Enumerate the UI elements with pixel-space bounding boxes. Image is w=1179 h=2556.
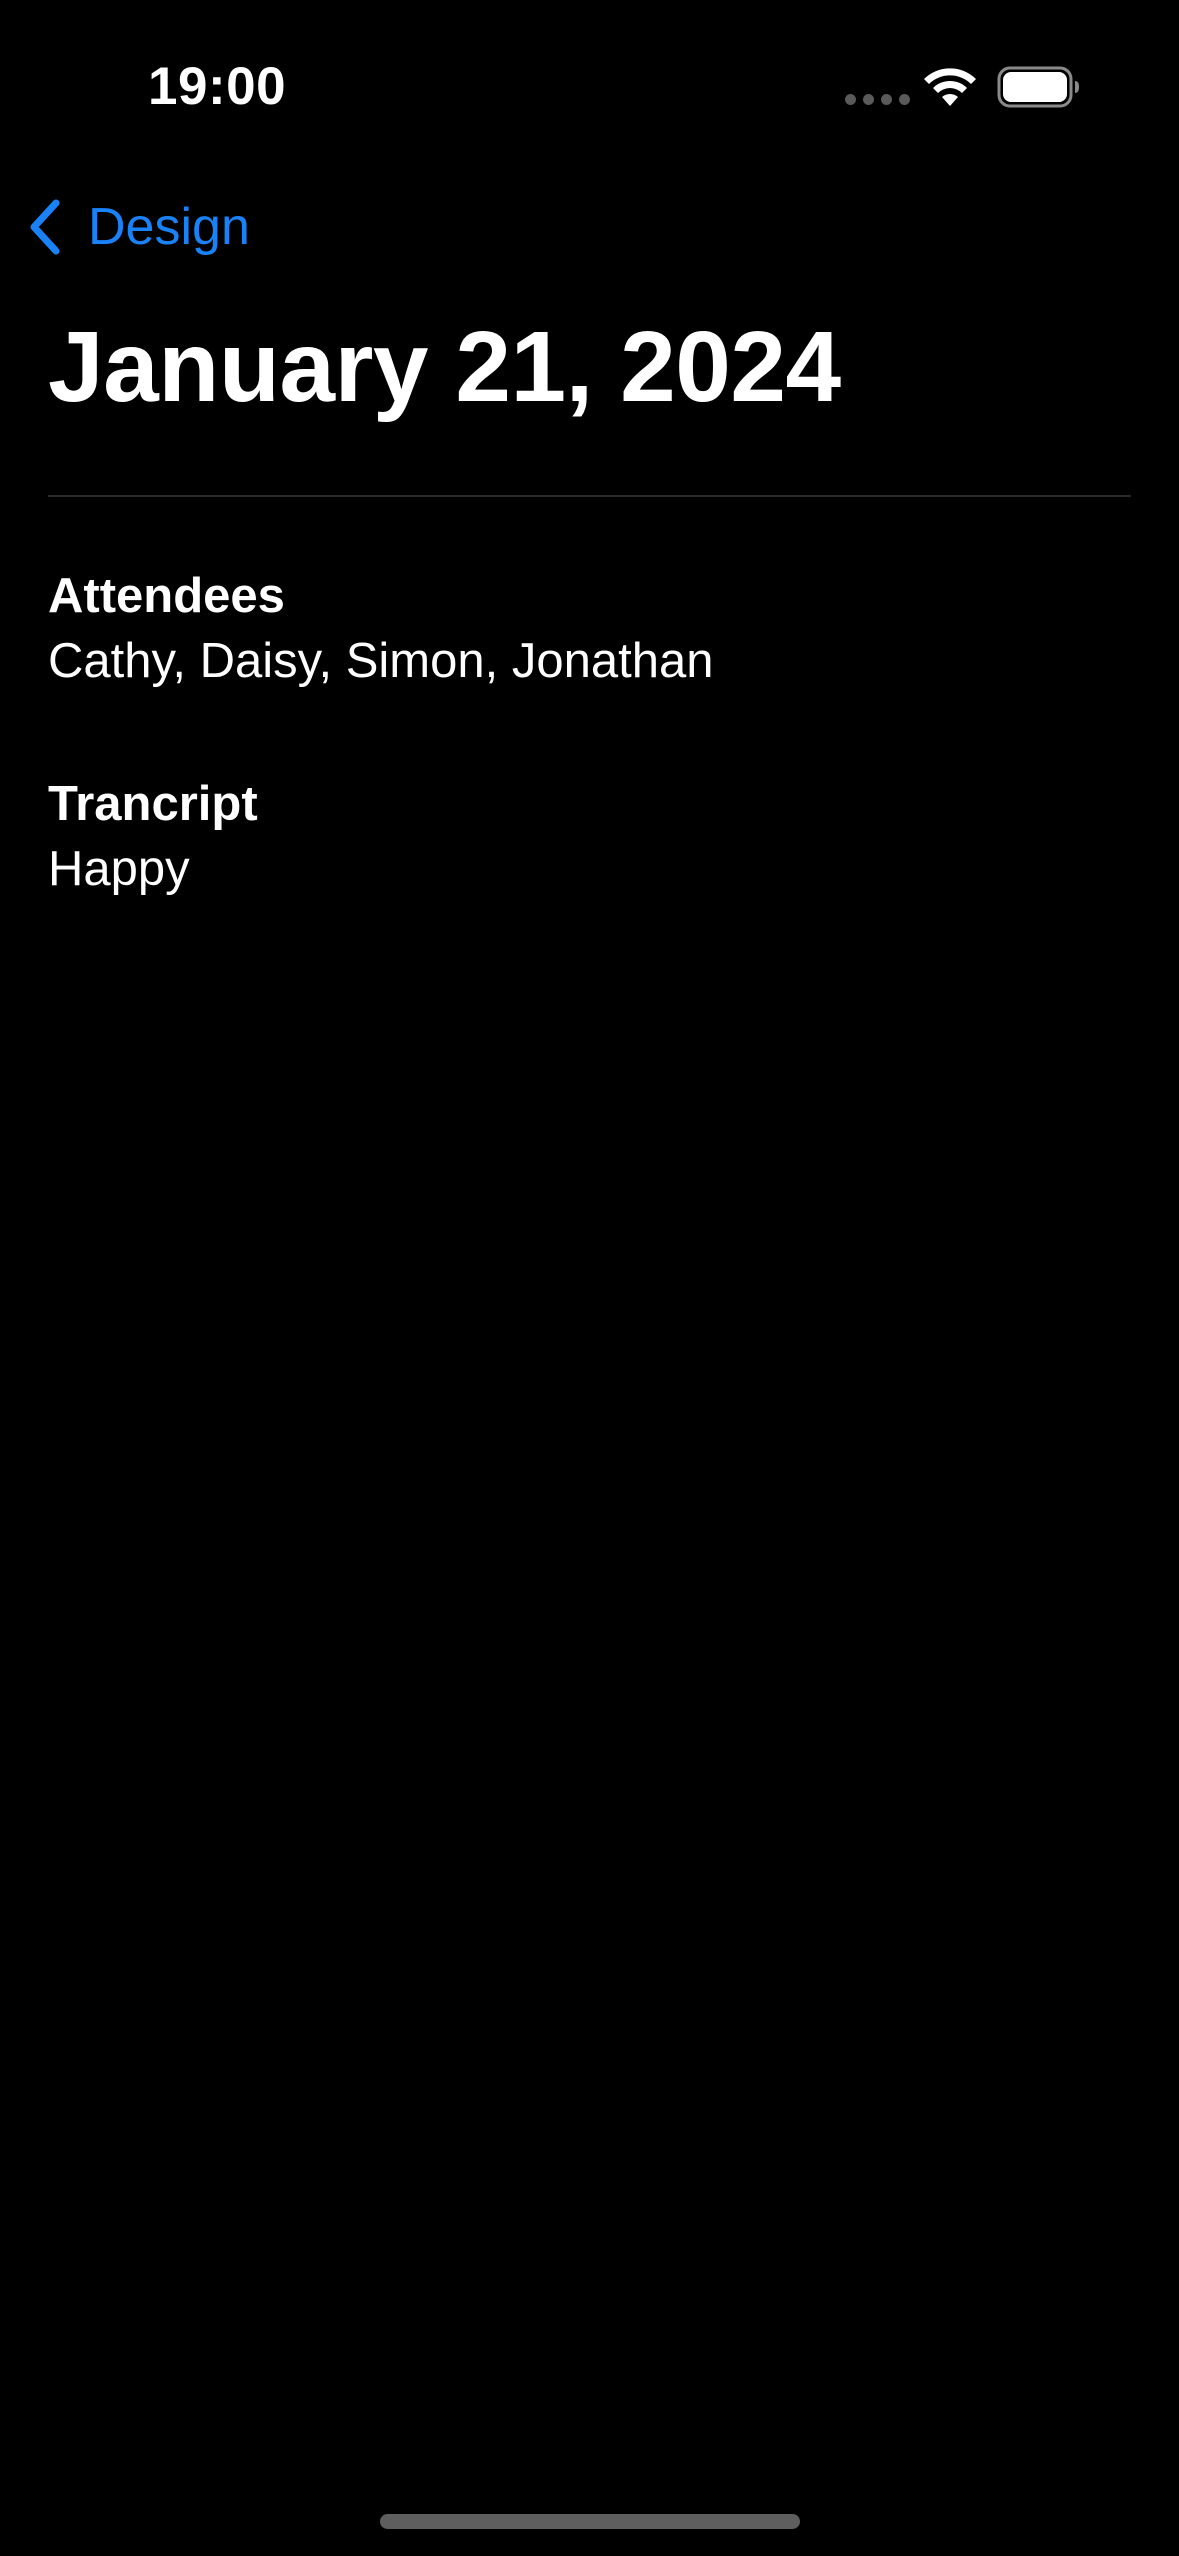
back-button-label: Design	[88, 198, 250, 256]
attendees-heading: Attendees	[48, 569, 285, 623]
attendees-value: Cathy, Daisy, Simon, Jonathan	[48, 634, 714, 688]
home-indicator[interactable]	[380, 2514, 800, 2529]
back-button[interactable]: Design	[26, 192, 250, 262]
transcript-section: Trancript Happy	[48, 772, 258, 902]
transcript-heading: Trancript	[48, 777, 258, 831]
page-title: January 21, 2024	[48, 311, 841, 423]
attendees-section: Attendees Cathy, Daisy, Simon, Jonathan	[48, 564, 713, 694]
status-time: 19:00	[148, 57, 287, 116]
status-bar: 19:00	[0, 0, 1179, 150]
cellular-signal-icon	[845, 94, 910, 105]
transcript-value: Happy	[48, 842, 190, 896]
wifi-icon	[924, 68, 976, 106]
battery-icon	[997, 66, 1079, 108]
divider	[48, 495, 1131, 497]
chevron-left-icon	[30, 199, 60, 255]
